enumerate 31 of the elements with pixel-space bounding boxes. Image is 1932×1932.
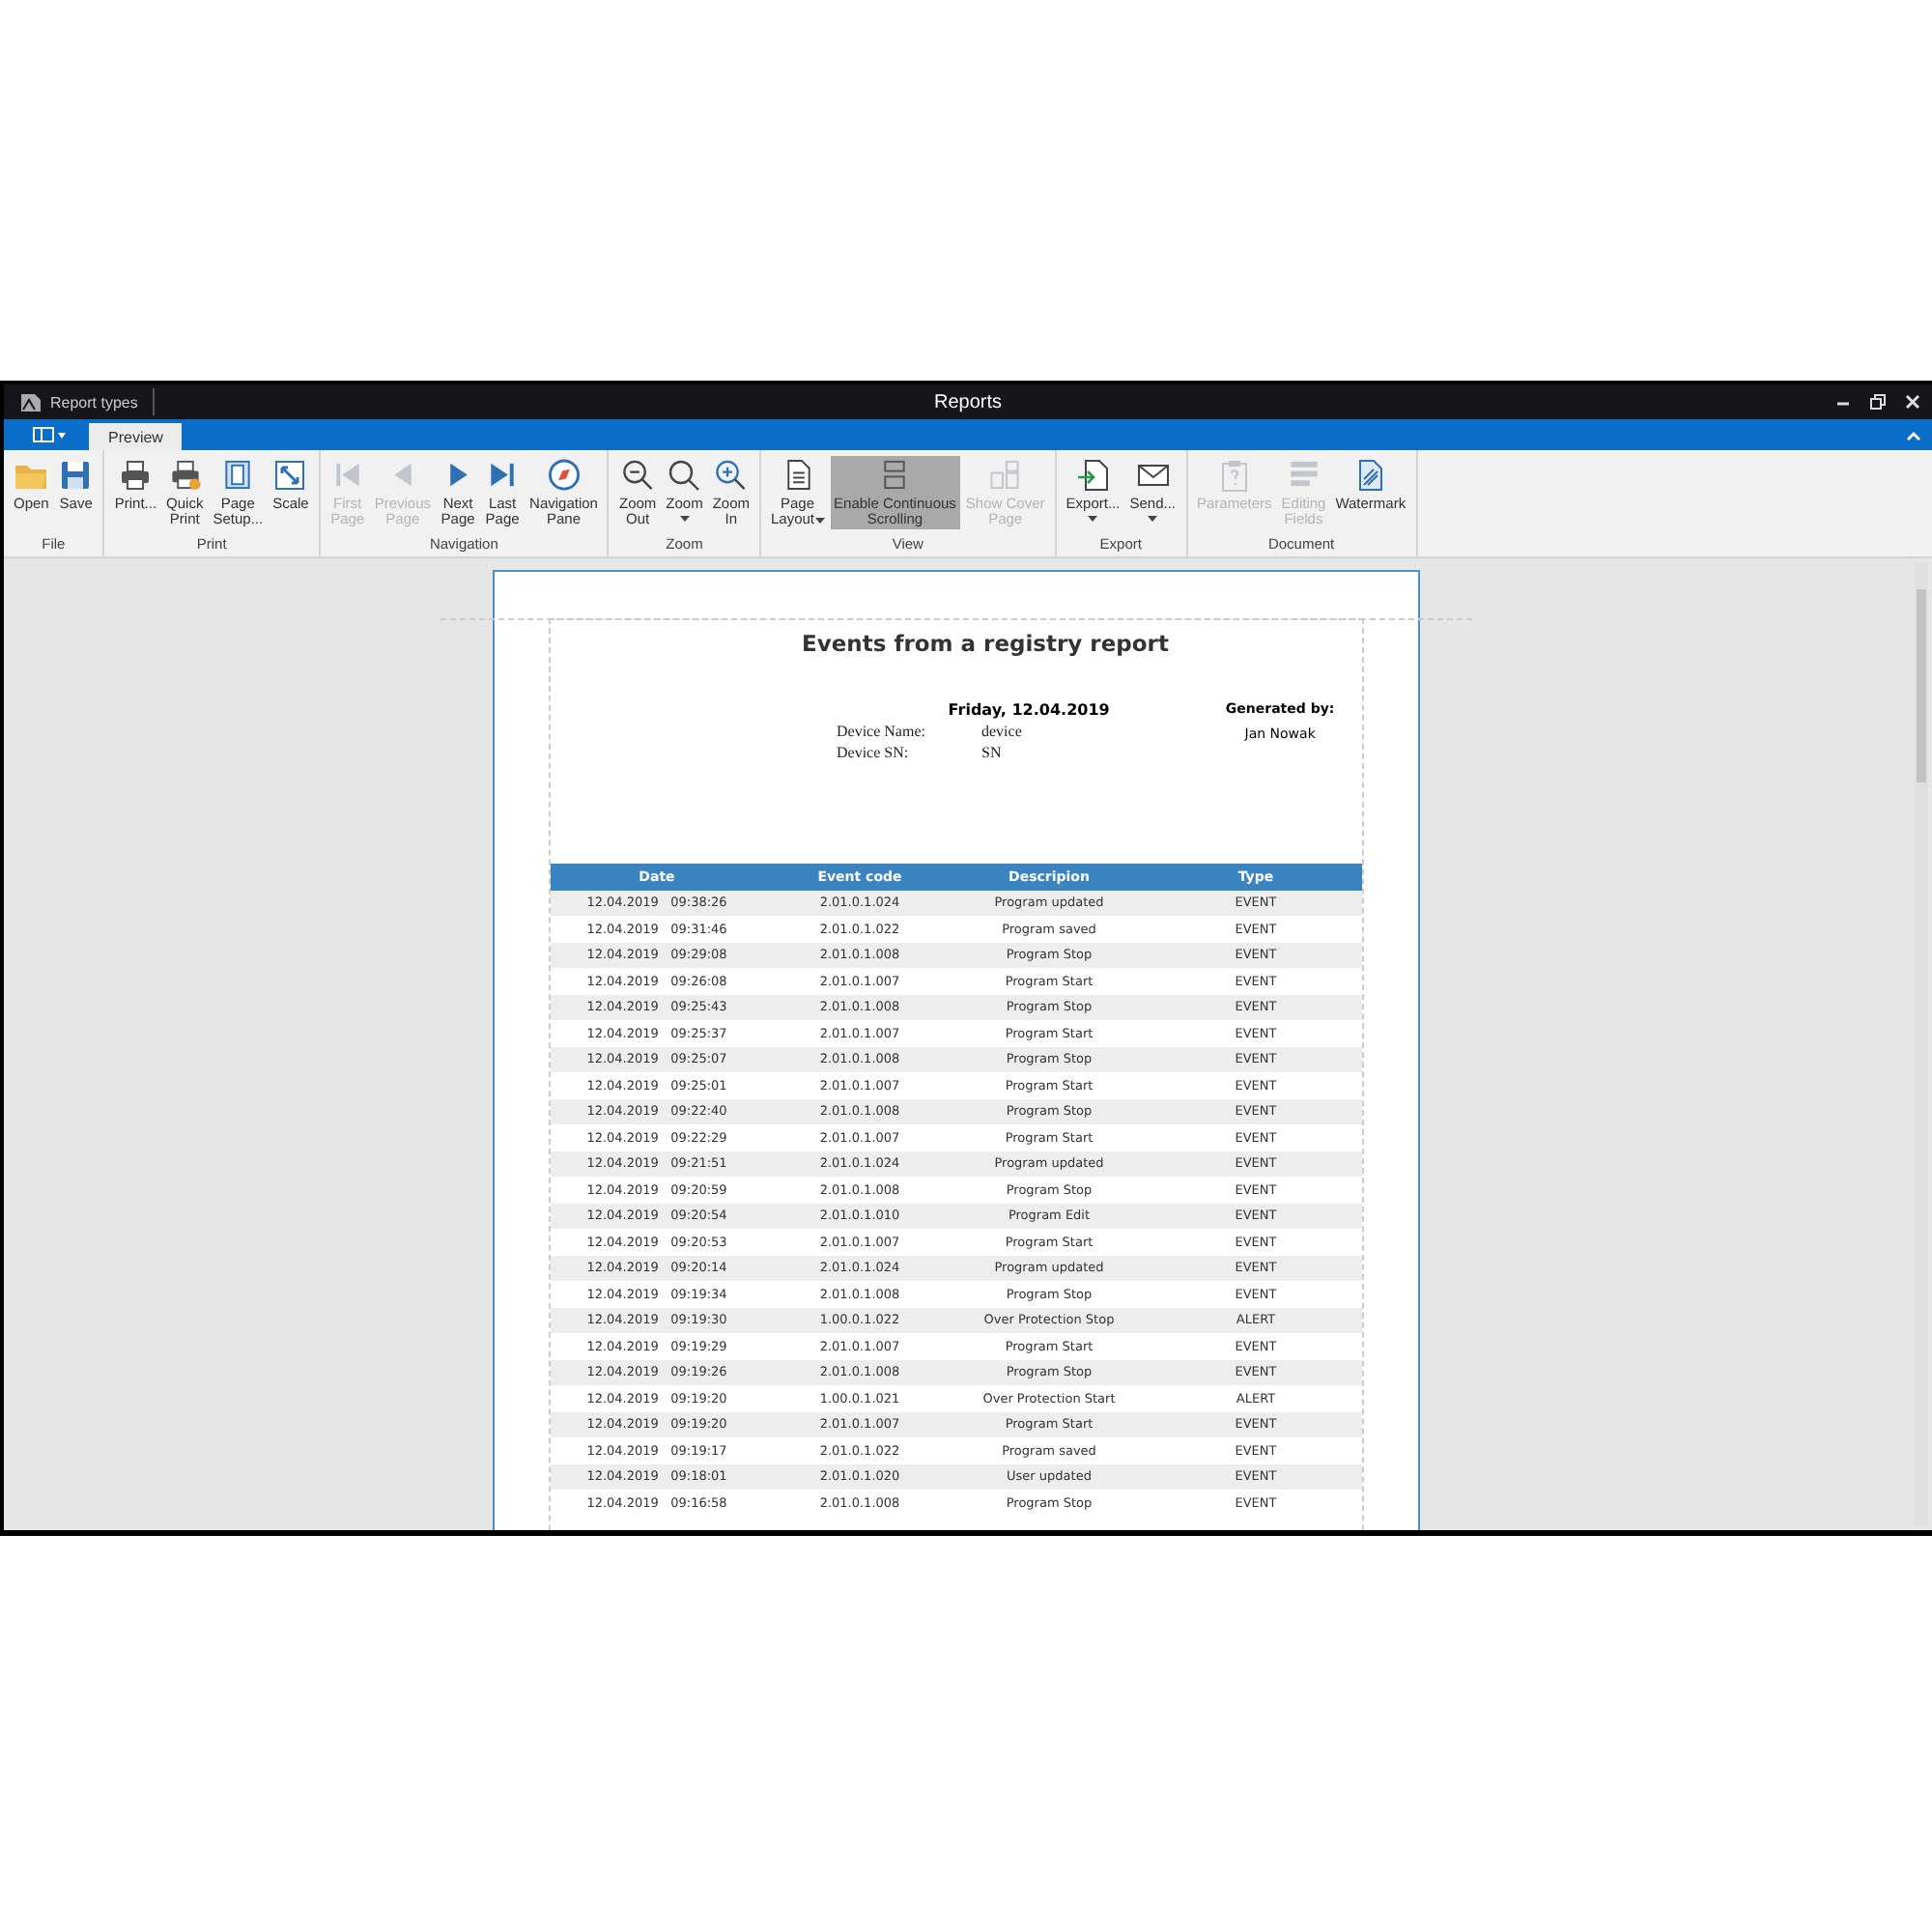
field-value: device [981,723,1022,740]
field-label: Device Name: [837,723,927,740]
window-title: Reports [933,391,1002,412]
clipboard-question-icon [1216,458,1252,493]
two-pages-icon [987,458,1023,492]
printer-icon [167,458,203,492]
zoom-in-icon [713,458,749,492]
caret-icon [679,516,690,523]
scrollbar-thumb[interactable] [1917,589,1926,782]
caret-icon [1088,516,1098,523]
collapse-icon[interactable] [1907,430,1920,440]
document-icon [19,391,43,412]
caret-icon [57,432,65,438]
resize-icon [272,458,308,493]
caret-icon [1148,516,1158,523]
close-icon[interactable] [1905,394,1920,410]
zoom-out-icon [620,458,656,492]
export-document-icon [1075,458,1111,493]
form-fields-icon [1286,458,1321,492]
report-title: Events from a registry report [800,630,1171,657]
field-value: SN [981,744,1002,761]
document-tab[interactable]: Report types [50,393,138,411]
ribbon-tab[interactable]: Preview [89,423,183,450]
restore-icon[interactable] [1870,394,1886,410]
caret-icon [814,517,825,524]
panel-icon [32,427,53,442]
printer-icon [118,458,154,493]
field-label: Device SN: [837,744,911,761]
search-icon [667,458,702,493]
page-frame-icon [220,458,256,492]
compass-icon [546,458,582,492]
